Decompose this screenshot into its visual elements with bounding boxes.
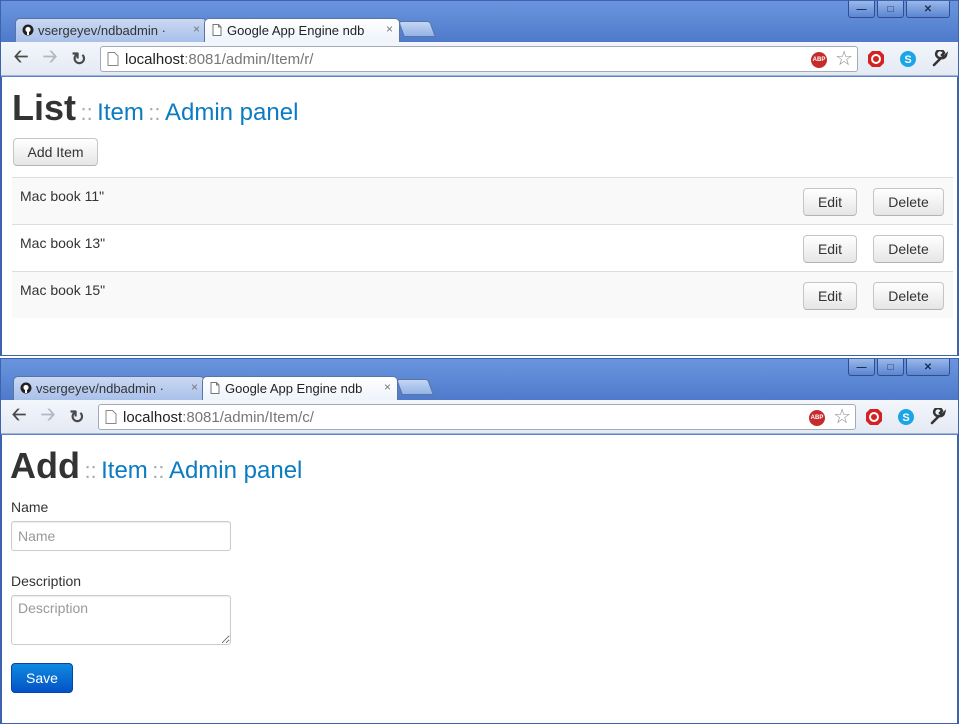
- bookmark-star-icon[interactable]: ☆: [835, 48, 853, 70]
- items-table: Mac book 11" Edit Delete Mac book 13" Ed…: [12, 177, 953, 318]
- admin-panel-link[interactable]: Admin panel: [169, 457, 302, 484]
- item-name: Mac book 15": [20, 282, 106, 298]
- svg-text:S: S: [902, 412, 909, 424]
- new-tab-button[interactable]: [396, 379, 434, 395]
- tab-app-engine[interactable]: Google App Engine ndb ×: [202, 376, 398, 400]
- stop-extension-icon[interactable]: [867, 50, 885, 68]
- delete-button[interactable]: Delete: [873, 235, 944, 263]
- item-name: Mac book 13": [20, 235, 106, 251]
- close-window-button[interactable]: ✕: [906, 1, 950, 18]
- edit-button[interactable]: Edit: [803, 188, 857, 216]
- tab-app-engine[interactable]: Google App Engine ndb ×: [204, 18, 400, 42]
- minimize-button[interactable]: —: [848, 359, 875, 376]
- page-icon: [212, 24, 222, 36]
- tab-title: Google App Engine ndb: [225, 381, 363, 396]
- close-window-button[interactable]: ✕: [906, 359, 950, 376]
- tab-close-icon[interactable]: ×: [191, 380, 198, 394]
- admin-panel-link[interactable]: Admin panel: [165, 99, 298, 126]
- page-title: Add :: Item :: Admin panel: [10, 445, 302, 487]
- stop-extension-icon[interactable]: [865, 408, 883, 426]
- save-button[interactable]: Save: [11, 663, 73, 693]
- window-controls: — □ ✕: [848, 359, 950, 377]
- maximize-button[interactable]: □: [877, 1, 904, 18]
- heading-text: List: [12, 87, 77, 128]
- url-text: localhost:8081/admin/Item/r/: [125, 51, 313, 68]
- new-tab-button[interactable]: [398, 21, 436, 37]
- back-arrow-icon[interactable]: 🡠: [10, 46, 32, 70]
- adblock-icon[interactable]: ABP: [811, 52, 827, 68]
- url-path: :8081/admin/Item/c/: [182, 408, 314, 426]
- tab-title: vsergeyev/ndbadmin ·: [36, 381, 164, 396]
- tab-github[interactable]: vsergeyev/ndbadmin · ×: [13, 376, 205, 400]
- url-path: :8081/admin/Item/r/: [184, 50, 314, 68]
- page-icon: [210, 382, 220, 394]
- address-bar[interactable]: localhost:8081/admin/Item/r/ ABP ☆: [100, 46, 858, 72]
- bookmark-star-icon[interactable]: ☆: [833, 406, 851, 428]
- window-controls: — □ ✕: [848, 1, 950, 19]
- tab-github[interactable]: vsergeyev/ndbadmin · ×: [15, 18, 207, 42]
- item-name: Mac book 11": [20, 188, 105, 204]
- tab-strip: — □ ✕ vsergeyev/ndbadmin · × Google App …: [1, 359, 958, 400]
- page-content: List :: Item :: Admin panel Add Item Mac…: [1, 77, 958, 355]
- delete-button[interactable]: Delete: [873, 282, 944, 310]
- edit-button[interactable]: Edit: [803, 235, 857, 263]
- toolbar: 🡠 🡢 ↻ localhost:8081/admin/Item/r/ ABP ☆…: [1, 42, 958, 76]
- tab-close-icon[interactable]: ×: [193, 22, 200, 36]
- reload-icon[interactable]: ↻: [68, 48, 90, 70]
- description-label: Description: [11, 573, 82, 589]
- separator: ::: [152, 458, 165, 483]
- page-icon: [107, 52, 119, 66]
- item-link[interactable]: Item: [101, 457, 148, 484]
- name-label: Name: [11, 499, 49, 515]
- url-host: localhost: [125, 50, 185, 68]
- tab-strip: — □ ✕ vsergeyev/ndbadmin · × Google App …: [1, 1, 958, 42]
- reload-icon[interactable]: ↻: [66, 406, 88, 428]
- adblock-icon[interactable]: ABP: [809, 410, 825, 426]
- browser-window-add: — □ ✕ vsergeyev/ndbadmin · × Google App …: [0, 358, 959, 724]
- tab-title: Google App Engine ndb: [227, 23, 365, 38]
- delete-button[interactable]: Delete: [873, 188, 944, 216]
- description-textarea[interactable]: [11, 595, 231, 645]
- name-input[interactable]: [11, 521, 231, 551]
- table-row: Mac book 11" Edit Delete: [12, 177, 953, 224]
- toolbar: 🡠 🡢 ↻ localhost:8081/admin/Item/c/ ABP ☆…: [1, 400, 958, 434]
- add-item-button[interactable]: Add Item: [13, 138, 98, 166]
- github-icon: [20, 382, 32, 394]
- separator: ::: [84, 458, 97, 483]
- forward-arrow-icon[interactable]: 🡢: [39, 46, 61, 70]
- svg-text:S: S: [904, 54, 911, 66]
- separator: ::: [148, 100, 161, 125]
- minimize-button[interactable]: —: [848, 1, 875, 18]
- wrench-icon[interactable]: [931, 50, 949, 68]
- tab-title: vsergeyev/ndbadmin ·: [38, 23, 166, 38]
- skype-icon[interactable]: S: [897, 408, 915, 426]
- page-content: Add :: Item :: Admin panel Name Descript…: [1, 435, 958, 723]
- page-icon: [105, 410, 117, 424]
- forward-arrow-icon[interactable]: 🡢: [37, 404, 59, 428]
- table-row: Mac book 15" Edit Delete: [12, 271, 953, 318]
- edit-button[interactable]: Edit: [803, 282, 857, 310]
- page-title: List :: Item :: Admin panel: [12, 87, 298, 129]
- browser-window-list: — □ ✕ vsergeyev/ndbadmin · × Google App …: [0, 0, 959, 356]
- maximize-button[interactable]: □: [877, 359, 904, 376]
- skype-icon[interactable]: S: [899, 50, 917, 68]
- tab-close-icon[interactable]: ×: [384, 380, 391, 394]
- github-icon: [22, 24, 34, 36]
- address-bar[interactable]: localhost:8081/admin/Item/c/ ABP ☆: [98, 404, 856, 430]
- separator: ::: [80, 100, 93, 125]
- heading-text: Add: [10, 445, 80, 486]
- item-link[interactable]: Item: [97, 99, 144, 126]
- back-arrow-icon[interactable]: 🡠: [8, 404, 30, 428]
- url-host: localhost: [123, 408, 183, 426]
- url-text: localhost:8081/admin/Item/c/: [123, 409, 314, 426]
- wrench-icon[interactable]: [929, 408, 947, 426]
- table-row: Mac book 13" Edit Delete: [12, 224, 953, 271]
- tab-close-icon[interactable]: ×: [386, 22, 393, 36]
